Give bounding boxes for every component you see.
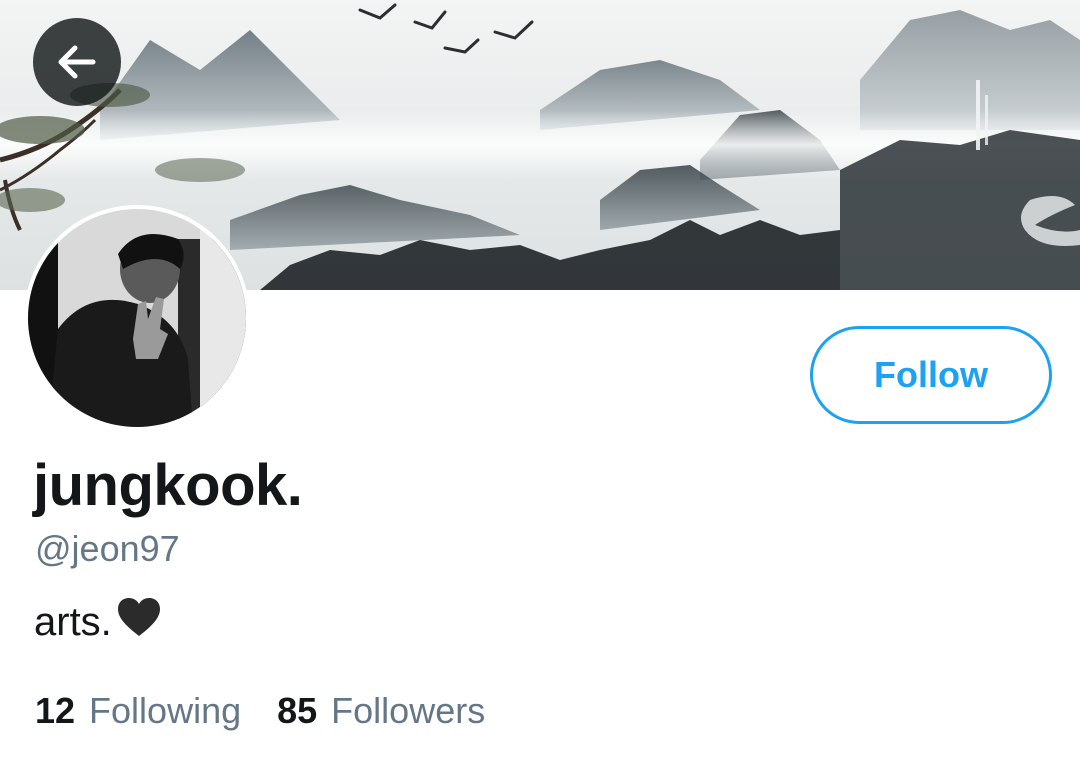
following-stat[interactable]: 12 Following <box>35 690 241 732</box>
bio: arts. <box>34 596 162 648</box>
profile-stats: 12 Following 85 Followers <box>35 690 521 732</box>
avatar[interactable] <box>24 205 250 431</box>
following-label: Following <box>89 690 242 731</box>
display-name: jungkook. <box>33 453 303 518</box>
followers-stat[interactable]: 85 Followers <box>277 690 485 732</box>
follow-button[interactable]: Follow <box>810 326 1052 424</box>
avatar-image <box>28 209 246 427</box>
bio-text: arts. <box>34 599 112 644</box>
followers-count: 85 <box>277 690 318 731</box>
following-count: 12 <box>35 690 76 731</box>
black-heart-icon <box>116 596 162 648</box>
user-handle: @jeon97 <box>35 528 180 569</box>
back-button[interactable] <box>33 18 121 106</box>
profile-page: Follow jungkook. @jeon97 arts. 12 Follow… <box>0 0 1080 772</box>
followers-label: Followers <box>331 690 486 731</box>
arrow-left-icon <box>58 45 96 79</box>
